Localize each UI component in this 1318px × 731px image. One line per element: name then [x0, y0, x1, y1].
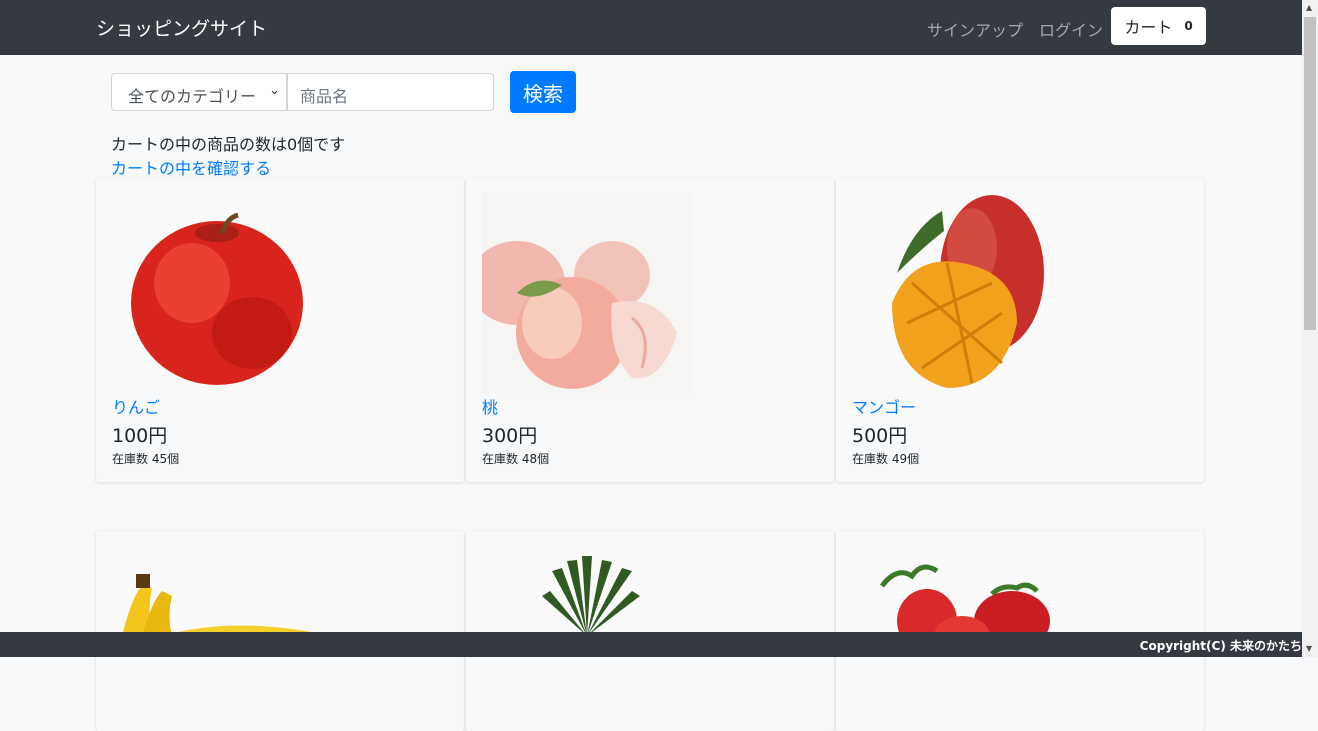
chevron-down-icon: ⌄	[269, 83, 280, 98]
peach-image[interactable]	[482, 193, 692, 393]
view-cart-link[interactable]: カートの中を確認する	[111, 155, 271, 179]
search-button[interactable]: 検索	[510, 71, 576, 113]
product-price: 100円	[112, 425, 168, 447]
scroll-down-icon[interactable]: ▼	[1306, 644, 1312, 653]
product-name-link[interactable]: マンゴー	[852, 394, 916, 418]
cart-label: カート	[1124, 18, 1173, 37]
banana-image[interactable]	[112, 546, 322, 636]
product-card: りんご 100円 在庫数 45個	[96, 178, 464, 482]
category-select-value: 全てのカテゴリー	[128, 87, 257, 106]
apple-image[interactable]	[112, 193, 322, 393]
cart-button[interactable]: カート 0	[1111, 7, 1206, 45]
scrollbar[interactable]: ▲ ▼	[1302, 0, 1318, 657]
product-name-link[interactable]: りんご	[112, 394, 160, 418]
product-stock: 在庫数 48個	[482, 452, 550, 466]
cart-count-text: カートの中の商品の数は0個です	[111, 135, 346, 154]
scroll-up-icon[interactable]: ▲	[1306, 3, 1312, 12]
product-stock: 在庫数 45個	[112, 452, 180, 466]
navbar: ショッピングサイト サインアップ ログイン カート 0	[0, 0, 1302, 55]
brand-title[interactable]: ショッピングサイト	[96, 14, 267, 41]
mango-image[interactable]	[852, 193, 1062, 393]
product-name-placeholder: 商品名	[300, 87, 349, 106]
product-card	[836, 531, 1204, 731]
category-select[interactable]: 全てのカテゴリー ⌄	[111, 73, 287, 111]
footer: Copyright(C) 未来のかたち	[0, 632, 1302, 657]
scroll-thumb[interactable]	[1304, 17, 1316, 330]
product-stock: 在庫数 49個	[852, 452, 920, 466]
pineapple-image[interactable]	[482, 546, 692, 636]
cart-count-badge: 0	[1184, 19, 1193, 33]
product-name-input[interactable]: 商品名	[287, 73, 494, 111]
product-card	[466, 531, 834, 731]
product-card	[96, 531, 464, 731]
product-card: マンゴー 500円 在庫数 49個	[836, 178, 1204, 482]
product-price: 300円	[482, 425, 538, 447]
product-name-link[interactable]: 桃	[482, 394, 498, 418]
signup-link[interactable]: サインアップ	[927, 17, 1023, 41]
product-price: 500円	[852, 425, 908, 447]
login-link[interactable]: ログイン	[1039, 17, 1103, 41]
copyright-text: Copyright(C) 未来のかたち	[1139, 639, 1302, 653]
product-card: 桃 300円 在庫数 48個	[466, 178, 834, 482]
strawberry-image[interactable]	[852, 546, 1062, 636]
